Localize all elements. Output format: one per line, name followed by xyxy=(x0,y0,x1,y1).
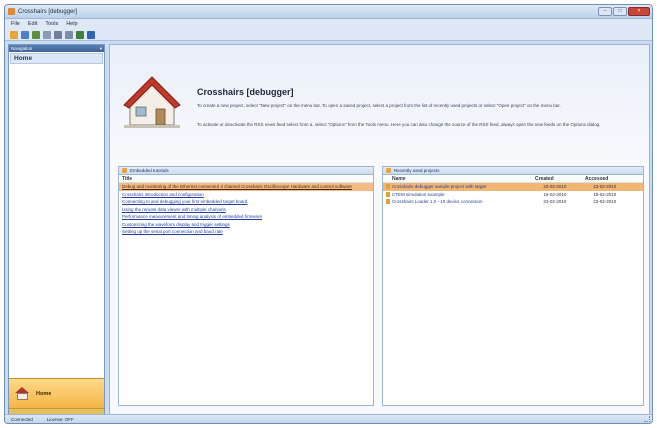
column-name[interactable]: Name xyxy=(383,176,535,182)
application-window: Crosshairs [debugger] – □ × File Edit To… xyxy=(4,4,653,424)
project-row[interactable]: Crosshairs Loader 1.0 - 10 device connec… xyxy=(383,198,643,206)
tutorial-link[interactable]: Performance measurement and timing analy… xyxy=(119,213,373,221)
settings-icon[interactable] xyxy=(54,30,62,39)
column-created[interactable]: Created xyxy=(535,176,585,182)
status-bar: Connected License: OFF xyxy=(5,414,652,423)
menu-help[interactable]: Help xyxy=(66,21,77,27)
tutorial-link[interactable]: Connecting to and debugging your first e… xyxy=(119,198,373,206)
project-created: 23-02-2010 xyxy=(543,199,567,205)
book-icon xyxy=(122,168,127,173)
tutorial-link[interactable]: Debug and monitoring of the Ethernet con… xyxy=(119,183,373,191)
nav-home-button[interactable]: Home xyxy=(9,378,104,408)
rss-paragraph: To activate or deactivate the RSS news f… xyxy=(197,122,601,127)
start-page: Crosshairs [debugger] To create a new pr… xyxy=(109,44,650,415)
tutorial-link[interactable]: Crosshairs introduction and configuratio… xyxy=(119,191,373,199)
folder-icon xyxy=(386,168,391,173)
resize-grip-icon[interactable] xyxy=(644,416,650,422)
recent-projects-panel: Recently used projects Name Created Acce… xyxy=(382,166,644,406)
tutorials-column-title[interactable]: Title xyxy=(119,175,373,183)
menu-edit[interactable]: Edit xyxy=(28,21,37,27)
open-icon[interactable] xyxy=(10,30,18,39)
window-title: Crosshairs [debugger] xyxy=(18,8,78,15)
tutorial-link[interactable]: Setting up the serial port connection an… xyxy=(119,228,373,236)
recent-projects-title: Recently used projects xyxy=(394,168,440,173)
help-icon[interactable] xyxy=(87,30,95,39)
status-license: License: OFF xyxy=(46,416,74,422)
menu-file[interactable]: File xyxy=(11,21,20,27)
project-name[interactable]: Crosshairs Loader 1.0 - 10 device connec… xyxy=(392,199,543,204)
tutorial-link[interactable]: Using the remote data viewer with multip… xyxy=(119,206,373,214)
title-bar[interactable]: Crosshairs [debugger] – □ × xyxy=(5,5,652,19)
sidebar-item-label: Home xyxy=(14,55,33,62)
page-title: Crosshairs [debugger] xyxy=(197,87,294,97)
recent-projects-columns: Name Created Accessed xyxy=(383,175,643,183)
intro-paragraph: To create a new project, select "New pro… xyxy=(197,103,561,108)
sidebar-header-label: Navigation xyxy=(11,46,33,51)
refresh-icon[interactable] xyxy=(43,30,51,39)
column-accessed[interactable]: Accessed xyxy=(585,176,635,182)
save-all-icon[interactable] xyxy=(32,30,40,39)
sidebar-item-home[interactable]: Home xyxy=(10,53,103,64)
window-controls: – □ × xyxy=(598,7,650,16)
play-icon[interactable] xyxy=(76,30,84,39)
recent-projects-header: Recently used projects xyxy=(383,167,643,175)
nav-home-label: Home xyxy=(36,390,52,397)
menu-tools[interactable]: Tools xyxy=(45,21,58,27)
project-accessed: 23-02-2010 xyxy=(593,199,617,205)
navigation-sidebar: Navigation ▾ Home Home xyxy=(8,44,105,415)
menu-bar: File Edit Tools Help xyxy=(5,19,652,29)
app-icon xyxy=(8,8,15,15)
project-accessed: 18-02-2010 xyxy=(593,191,617,197)
tutorials-panel-header: Embedded tutorials xyxy=(119,167,373,175)
project-row[interactable]: CTEM simulation example 18-02-2010 18-02… xyxy=(383,191,643,199)
project-name[interactable]: Crosshairs debugger sample project with … xyxy=(392,184,543,189)
close-button[interactable]: × xyxy=(628,7,650,16)
project-created: 18-02-2010 xyxy=(543,191,567,197)
sidebar-pin-icon[interactable]: ▾ xyxy=(100,46,102,52)
tutorial-link[interactable]: Customizing the waveform display and tri… xyxy=(119,221,373,229)
grid-icon[interactable] xyxy=(65,30,73,39)
tutorials-panel: Embedded tutorials Title Debug and monit… xyxy=(118,166,374,406)
toolbar xyxy=(5,29,652,41)
maximize-button[interactable]: □ xyxy=(613,7,627,16)
tutorials-panel-title: Embedded tutorials xyxy=(130,168,169,173)
project-created: 23-02-2010 xyxy=(543,184,567,190)
project-icon xyxy=(386,191,390,197)
minimize-button[interactable]: – xyxy=(598,7,612,16)
save-icon[interactable] xyxy=(21,30,29,39)
house-icon xyxy=(123,76,181,128)
project-icon xyxy=(386,184,390,190)
status-connection: Connected xyxy=(11,416,33,422)
sidebar-header: Navigation ▾ xyxy=(9,45,104,52)
house-icon xyxy=(15,387,30,400)
project-row[interactable]: Crosshairs debugger sample project with … xyxy=(383,183,643,191)
project-name[interactable]: CTEM simulation example xyxy=(392,192,543,197)
project-icon xyxy=(386,199,390,205)
project-accessed: 23-02-2010 xyxy=(593,184,617,190)
